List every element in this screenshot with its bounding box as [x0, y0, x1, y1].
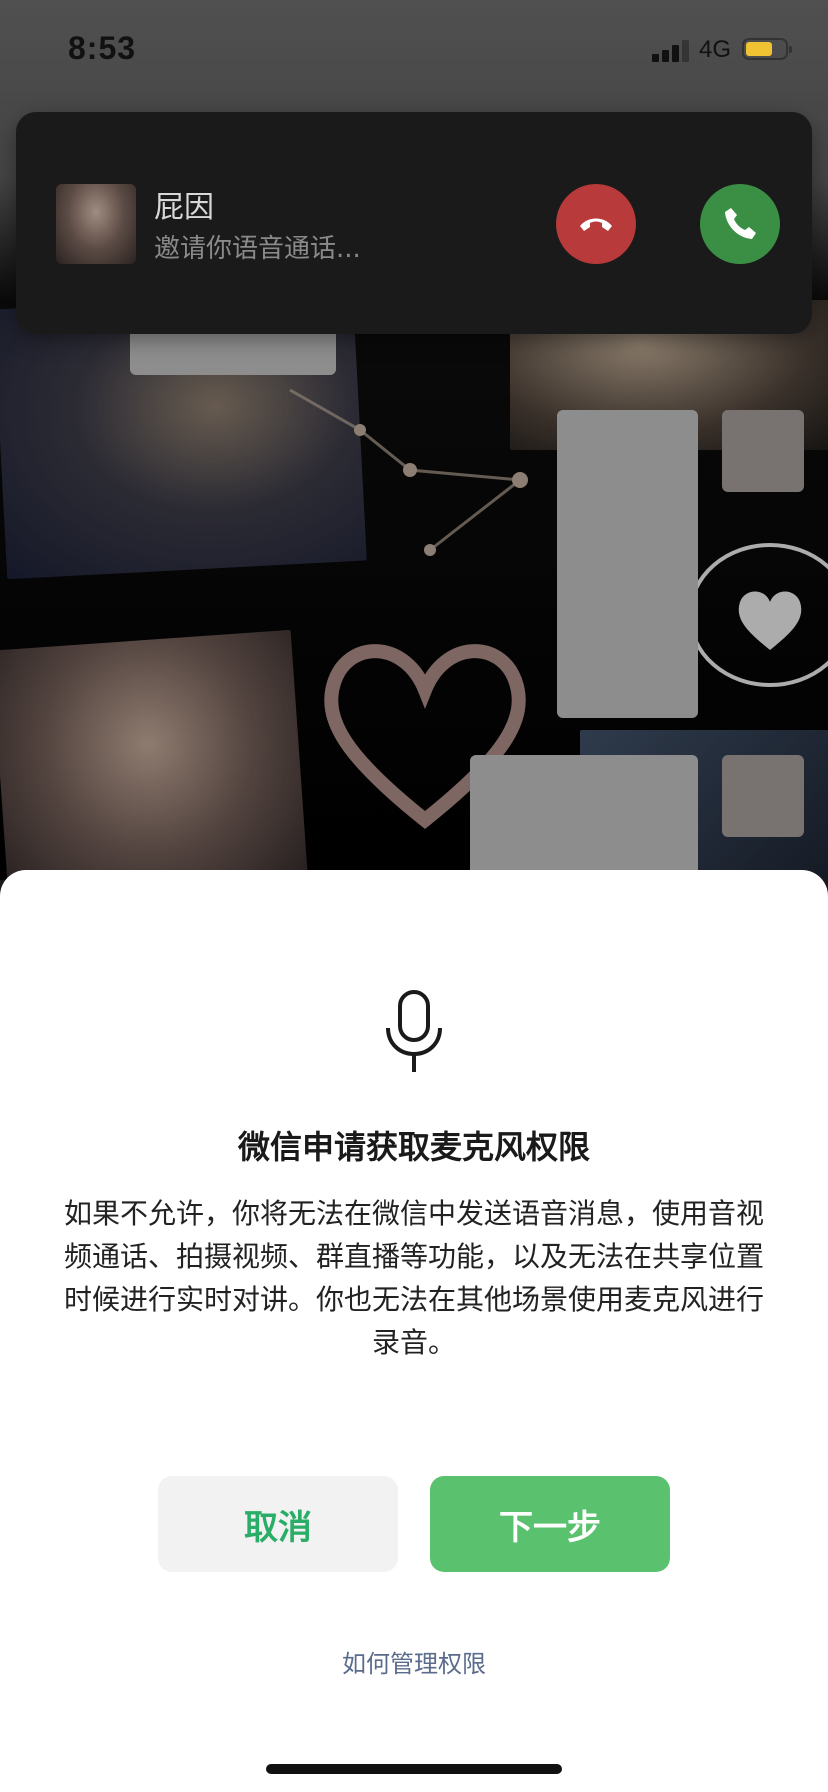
decline-call-button[interactable]	[556, 184, 636, 264]
battery-icon	[742, 38, 792, 60]
home-indicator[interactable]	[266, 1764, 562, 1774]
caller-avatar	[56, 184, 136, 264]
hang-up-icon	[580, 218, 612, 231]
signal-strength-icon	[652, 40, 692, 62]
phone-icon	[725, 208, 756, 239]
cancel-button[interactable]: 取消	[158, 1476, 398, 1572]
permission-description: 如果不允许，你将无法在微信中发送语音消息，使用音视频通话、拍摄视频、群直播等功能…	[63, 1197, 764, 1359]
permission-sheet: 微信申请获取麦克风权限 如果不允许，你将无法在微信中发送语音消息，使用音视频通话…	[0, 870, 828, 1792]
permission-title: 微信申请获取麦克风权限	[237, 1128, 590, 1166]
call-invite-text: 邀请你语音通话...	[154, 234, 361, 264]
status-bar: 8:53 4G	[0, 0, 828, 100]
status-time: 8:53	[68, 30, 137, 66]
caller-name: 屁因	[154, 190, 214, 225]
manage-permissions-link[interactable]: 如何管理权限	[0, 1644, 828, 1679]
accept-call-button[interactable]	[700, 184, 780, 264]
network-type: 4G	[699, 36, 732, 63]
incoming-call-banner[interactable]: 屁因 邀请你语音通话...	[16, 112, 812, 334]
next-step-button[interactable]: 下一步	[430, 1476, 670, 1572]
microphone-icon	[386, 990, 442, 1072]
